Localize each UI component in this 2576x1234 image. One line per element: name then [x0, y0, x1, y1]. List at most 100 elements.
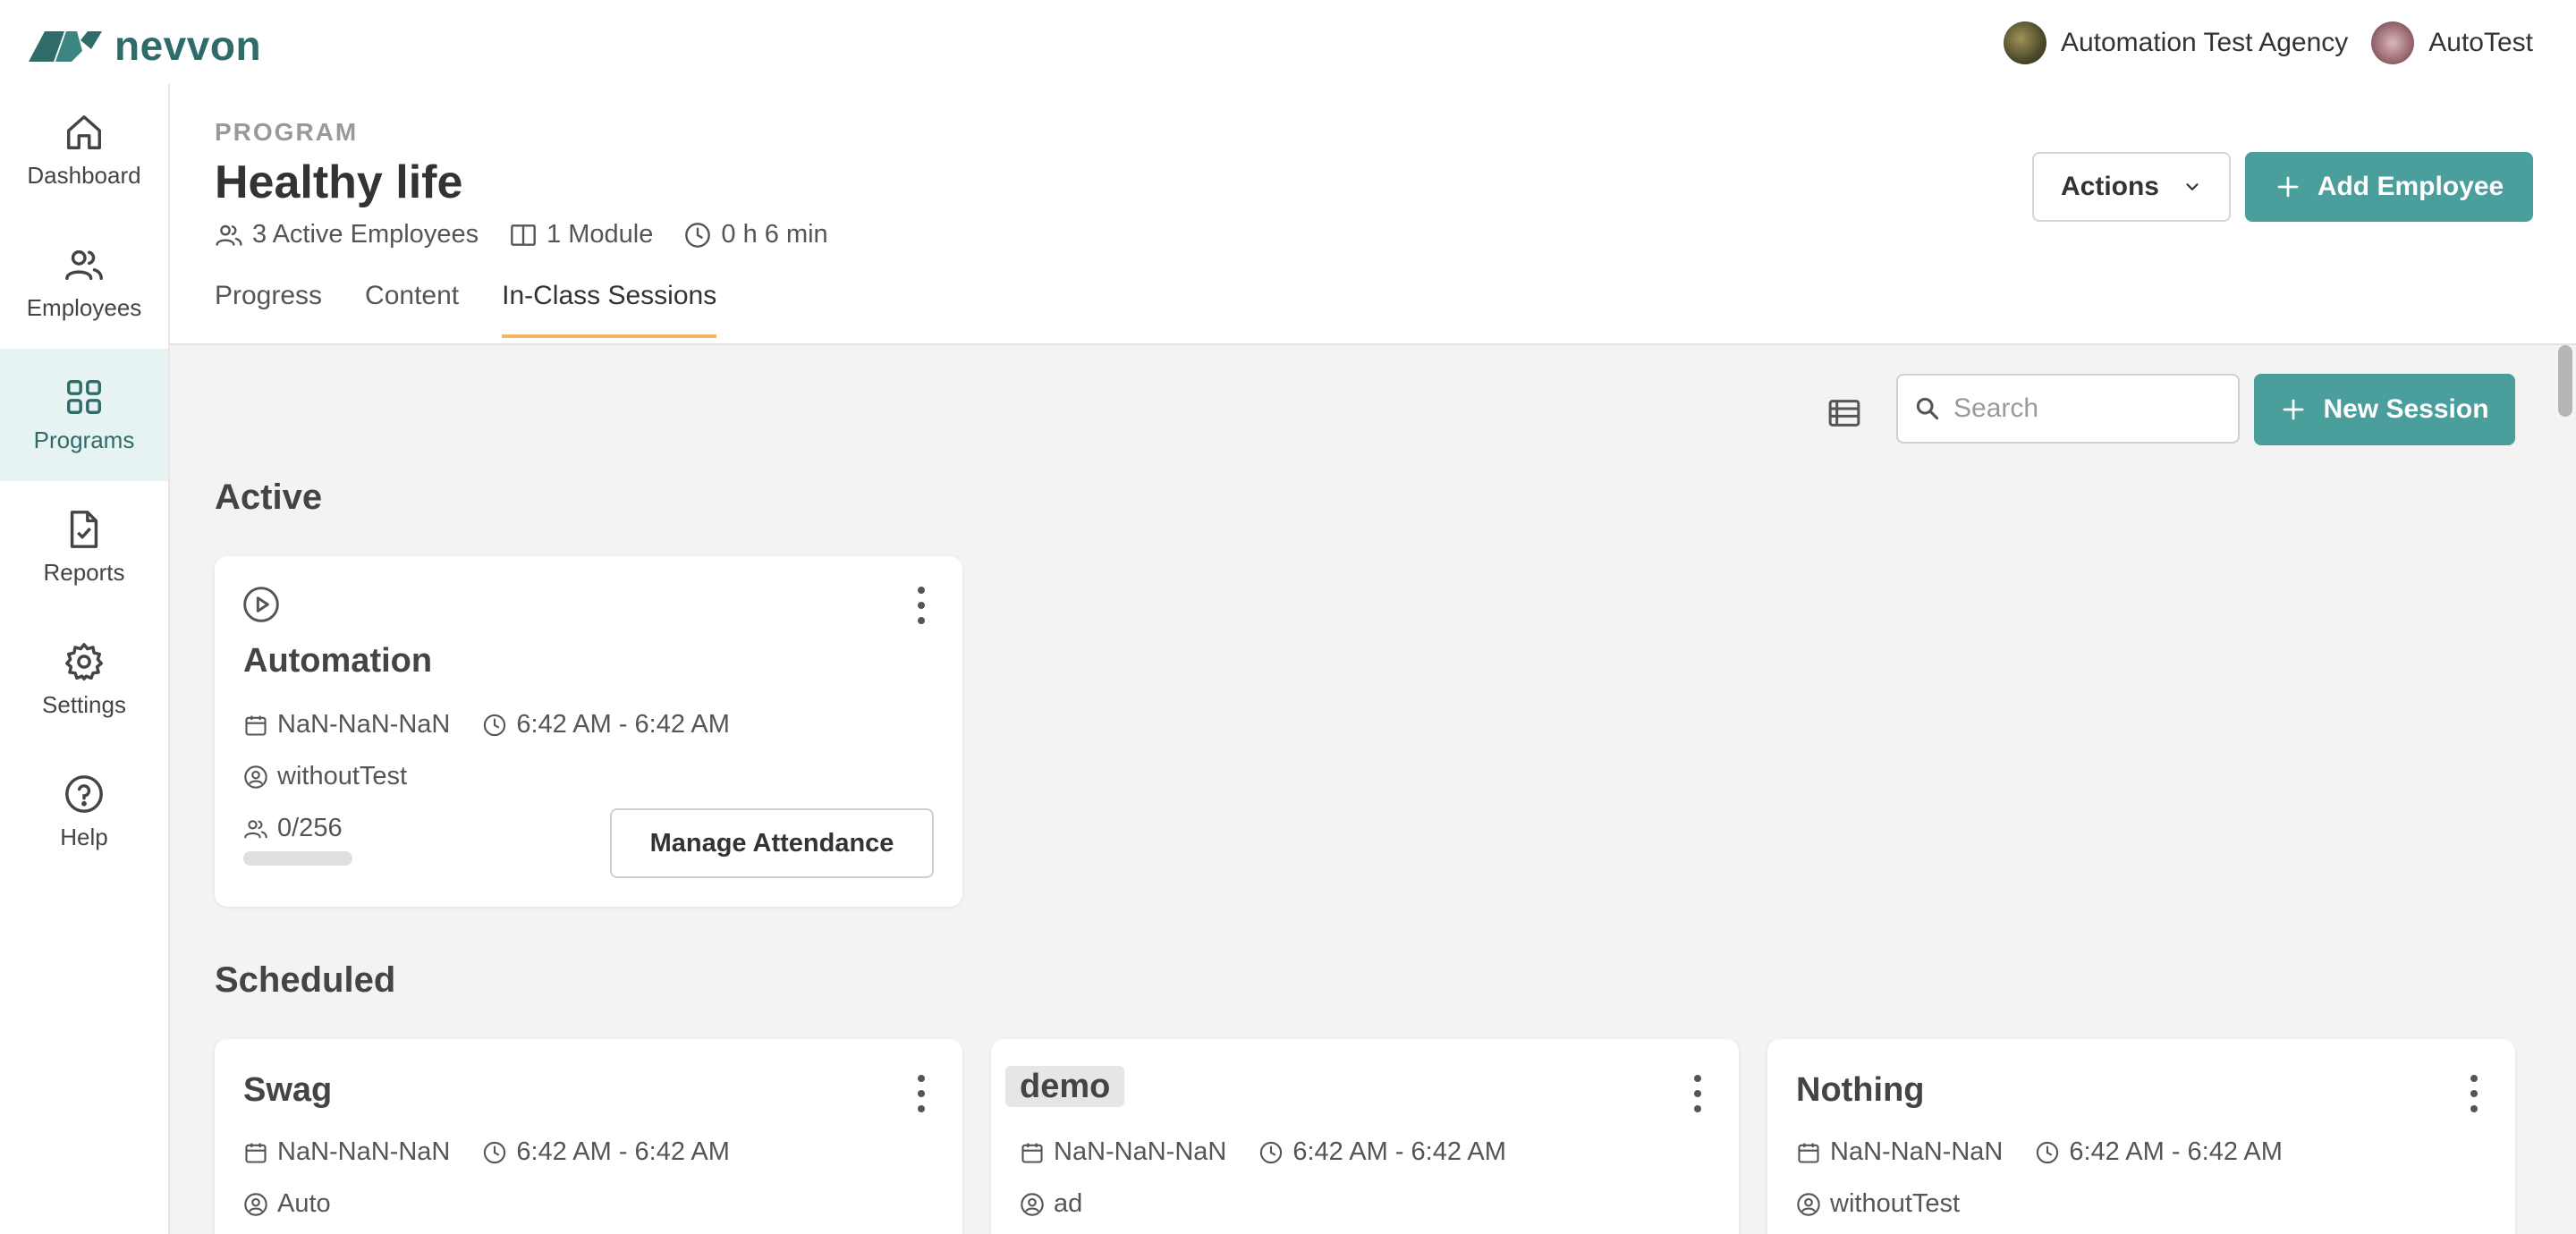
tab-progress[interactable]: Progress: [215, 281, 322, 338]
session-schedule: NaN-NaN-NaN 6:42 AM - 6:42 AM: [1020, 1137, 1506, 1167]
session-time: 6:42 AM - 6:42 AM: [516, 710, 730, 739]
list-view-icon[interactable]: [1826, 395, 1862, 431]
attendance-progress-bar: [243, 851, 352, 866]
grid-icon: [67, 379, 101, 414]
gear-icon: [65, 642, 103, 680]
session-card-demo[interactable]: demo NaN-NaN-NaN 6:42 AM - 6:42 AM ad: [991, 1039, 1739, 1234]
scrollbar-thumb[interactable]: [2558, 345, 2572, 417]
section-title-active: Active: [215, 478, 323, 517]
chevron-down-icon: [2186, 183, 2199, 190]
session-time: 6:42 AM - 6:42 AM: [516, 1137, 730, 1166]
user-circle-icon: [244, 765, 267, 789]
users-icon: [216, 224, 242, 246]
tab-in-class-sessions[interactable]: In-Class Sessions: [502, 281, 717, 338]
brand-name: nevvon: [114, 22, 262, 69]
program-tabs: Progress Content In-Class Sessions: [215, 281, 717, 338]
plus-icon: [2284, 399, 2304, 420]
session-title: Swag: [243, 1071, 333, 1109]
sessions-panel: New Session Active Automation NaN-NaN-Na…: [170, 345, 2555, 1234]
calendar-icon: [1021, 1143, 1043, 1163]
user-avatar: [2371, 21, 2415, 64]
session-date: NaN-NaN-NaN: [277, 710, 451, 739]
new-session-button[interactable]: New Session: [2254, 374, 2515, 445]
meta-modules: 1 Module: [509, 220, 653, 249]
main-scrollbar[interactable]: [2555, 345, 2576, 1234]
calendar-icon: [245, 715, 267, 736]
section-title-scheduled: Scheduled: [215, 960, 396, 1000]
clock-icon: [2037, 1141, 2059, 1163]
session-menu-icon[interactable]: [1692, 1075, 1703, 1112]
brand-logo[interactable]: nevvon: [29, 21, 261, 70]
sidebar-item-reports[interactable]: Reports: [0, 481, 168, 613]
user-circle-icon: [1021, 1192, 1044, 1216]
meta-employees: 3 Active Employees: [215, 220, 479, 249]
add-employee-button[interactable]: Add Employee: [2245, 152, 2533, 222]
book-icon: [511, 224, 536, 246]
sidebar-item-label: Reports: [43, 558, 125, 586]
meta-duration: 0 h 6 min: [683, 220, 828, 249]
users-icon: [244, 819, 267, 838]
session-title: Automation: [243, 642, 433, 680]
add-employee-label: Add Employee: [2317, 172, 2504, 201]
session-date: NaN-NaN-NaN: [1830, 1137, 2004, 1166]
manage-attendance-button[interactable]: Manage Attendance: [610, 808, 934, 878]
search-icon: [1916, 397, 1939, 420]
session-title: demo: [1005, 1066, 1125, 1107]
program-header: PROGRAM Healthy life 3 Active Employees …: [170, 84, 2576, 345]
session-card-swag[interactable]: Swag NaN-NaN-NaN 6:42 AM - 6:42 AM Auto: [215, 1039, 962, 1234]
play-circle-icon: [243, 587, 279, 622]
session-menu-icon[interactable]: [916, 1075, 927, 1112]
search-box[interactable]: [1896, 374, 2240, 444]
calendar-icon: [245, 1143, 267, 1163]
user-circle-icon: [1797, 1192, 1820, 1216]
actions-dropdown[interactable]: Actions: [2032, 152, 2231, 222]
session-menu-icon[interactable]: [2469, 1075, 2479, 1112]
tab-content[interactable]: Content: [365, 281, 459, 338]
session-schedule: NaN-NaN-NaN 6:42 AM - 6:42 AM: [243, 1137, 730, 1167]
actions-label: Actions: [2060, 172, 2159, 201]
session-attendance: 0/256: [243, 814, 343, 843]
calendar-icon: [1798, 1143, 1819, 1163]
session-instructor: Auto: [243, 1189, 331, 1219]
sidebar-item-dashboard[interactable]: Dashboard: [0, 84, 168, 216]
user-name: AutoTest: [2428, 28, 2533, 57]
sidebar: Dashboard Employees Programs Reports Set…: [0, 84, 170, 1234]
clock-icon: [1260, 1141, 1283, 1163]
sidebar-item-help[interactable]: Help: [0, 746, 168, 878]
sidebar-item-programs[interactable]: Programs: [0, 349, 168, 481]
session-card-nothing[interactable]: Nothing NaN-NaN-NaN 6:42 AM - 6:42 AM wi…: [1767, 1039, 2515, 1234]
user-menu[interactable]: AutoTest: [2371, 21, 2533, 64]
sidebar-item-label: Settings: [42, 690, 126, 718]
home-icon: [67, 114, 101, 149]
sidebar-item-employees[interactable]: Employees: [0, 216, 168, 349]
agency-name: Automation Test Agency: [2060, 28, 2349, 57]
sidebar-item-label: Dashboard: [27, 161, 141, 189]
session-title: Nothing: [1796, 1071, 1925, 1109]
agency-avatar: [2003, 21, 2046, 64]
session-date: NaN-NaN-NaN: [1054, 1137, 1227, 1166]
session-card-automation[interactable]: Automation NaN-NaN-NaN 6:42 AM - 6:42 AM…: [215, 556, 962, 907]
page-label: PROGRAM: [215, 118, 359, 146]
plus-icon: [2277, 176, 2299, 198]
clock-icon: [484, 1141, 506, 1163]
agency-switcher[interactable]: Automation Test Agency: [2003, 21, 2349, 64]
clock-icon: [685, 222, 711, 248]
clock-icon: [484, 714, 506, 736]
page-title: Healthy life: [215, 156, 463, 208]
top-bar: nevvon Automation Test Agency AutoTest: [0, 0, 2576, 84]
user-circle-icon: [244, 1192, 267, 1216]
session-instructor: withoutTest: [1796, 1189, 1960, 1219]
session-menu-icon[interactable]: [916, 587, 927, 624]
sidebar-item-label: Employees: [26, 293, 142, 321]
sidebar-item-settings[interactable]: Settings: [0, 613, 168, 746]
sidebar-item-label: Help: [60, 823, 108, 850]
session-schedule: NaN-NaN-NaN 6:42 AM - 6:42 AM: [243, 710, 730, 740]
help-icon: [65, 774, 103, 813]
session-time: 6:42 AM - 6:42 AM: [1292, 1137, 1506, 1166]
users-icon: [65, 249, 103, 280]
session-instructor: withoutTest: [243, 762, 407, 791]
search-input[interactable]: [1953, 393, 2222, 424]
session-instructor: ad: [1020, 1189, 1082, 1219]
session-date: NaN-NaN-NaN: [277, 1137, 451, 1166]
new-session-label: New Session: [2323, 394, 2489, 424]
